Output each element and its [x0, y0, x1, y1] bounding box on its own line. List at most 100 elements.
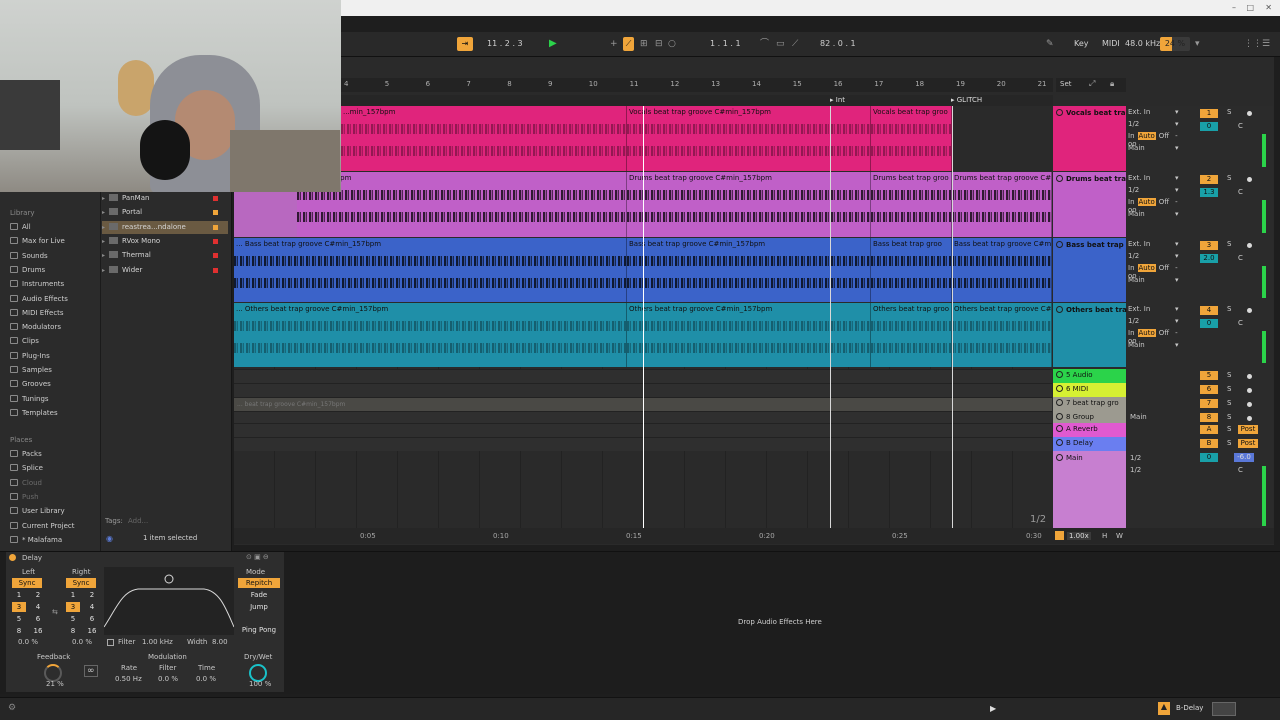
zoom-toggle-icon[interactable] [1055, 531, 1064, 540]
audio-clip[interactable]: ... Bass beat trap groove C#min_157bpm [234, 238, 627, 302]
main-db[interactable]: -6.0 [1234, 453, 1254, 462]
expand-arrow-icon[interactable]: ▸ [102, 224, 105, 231]
track-name[interactable]: 8 Group [1066, 413, 1094, 421]
automation-arm-icon[interactable]: ⟋ [623, 37, 634, 51]
main-out-channel[interactable]: 1/2 [1130, 466, 1188, 474]
expand-arrow-icon[interactable]: ▸ [102, 252, 105, 259]
track-name[interactable]: A Reverb [1066, 425, 1098, 433]
width-value[interactable]: 8.00 [212, 638, 228, 646]
solo-button[interactable]: S [1227, 371, 1231, 379]
dropdown-icon[interactable]: ▾ [1175, 120, 1179, 128]
track-activator-icon[interactable] [1056, 454, 1063, 461]
track-activator-icon[interactable] [1056, 371, 1063, 378]
library-item[interactable]: Modulators [10, 321, 61, 334]
metronome-icon[interactable]: ○ [668, 38, 676, 50]
delay-step-button[interactable]: 8 [66, 626, 80, 636]
places-item[interactable]: Packs [10, 448, 42, 461]
view-toggle-icon[interactable]: ⋮⋮ [1244, 38, 1262, 50]
track-header[interactable]: 7 beat trap gro [1053, 397, 1126, 411]
track-header[interactable]: Others beat tra [1053, 303, 1127, 367]
dropdown-icon[interactable]: ▾ [1175, 317, 1179, 325]
track-activator-icon[interactable] [1056, 241, 1063, 248]
height-button[interactable]: H [1102, 532, 1107, 540]
midi-button[interactable]: MIDI [1102, 39, 1120, 48]
output-select[interactable]: Main ▾ [1128, 341, 1186, 353]
volume-value[interactable]: 2.0 [1200, 254, 1218, 263]
left-offset[interactable]: 0.0 % [18, 638, 38, 646]
dropdown-icon[interactable]: ▾ [1175, 210, 1179, 218]
monitor-in[interactable]: In [1128, 198, 1135, 206]
track-name[interactable]: Drums beat tra [1066, 175, 1126, 183]
solo-button[interactable]: S [1227, 240, 1231, 248]
expand-arrow-icon[interactable]: ▸ [102, 238, 105, 245]
track-number[interactable]: 4 [1200, 306, 1218, 315]
solo-button[interactable]: S [1227, 399, 1231, 407]
delay-step-button[interactable]: 1 [66, 590, 80, 600]
library-item[interactable]: Templates [10, 407, 58, 420]
library-item[interactable]: Audio Effects [10, 293, 68, 306]
library-item[interactable]: Grooves [10, 378, 51, 391]
plugin-item[interactable]: ▸ Thermal [102, 249, 228, 262]
main-volume[interactable]: 0 [1200, 453, 1218, 462]
places-item[interactable]: User Library [10, 505, 65, 518]
delay-step-button[interactable]: 5 [66, 614, 80, 624]
group-output[interactable]: Main [1130, 413, 1188, 421]
monitor-in[interactable]: In [1128, 264, 1135, 272]
repitch-button[interactable]: Repitch [238, 578, 280, 588]
input-channel-select[interactable]: 1/2 ▾ [1128, 252, 1186, 264]
filter-toggle[interactable] [107, 639, 114, 646]
solo-button[interactable]: S [1227, 385, 1231, 393]
solo-button[interactable]: S [1227, 413, 1231, 421]
mod-filter-value[interactable]: 0.0 % [158, 675, 178, 683]
monitor-in[interactable]: In [1128, 329, 1135, 337]
pan-value[interactable]: C [1238, 188, 1243, 196]
monitor-auto[interactable]: Auto [1137, 264, 1156, 272]
places-item[interactable]: * Malafama [10, 534, 62, 547]
monitor-off[interactable]: Off [1159, 198, 1169, 206]
library-item[interactable]: Max for Live [10, 235, 65, 248]
session-record-icon[interactable]: ⊟ [655, 38, 663, 50]
fade-button[interactable]: Fade [238, 590, 280, 600]
link-icon[interactable]: ⇆ [52, 608, 58, 616]
library-item[interactable]: All [10, 221, 31, 234]
menu-icon[interactable]: ☰ [1262, 38, 1270, 50]
track-activator-icon[interactable] [1056, 175, 1063, 182]
input-type-select[interactable]: Ext. In ▾ [1128, 240, 1186, 252]
audio-clip[interactable]: Bass beat trap groove C#min_157bpm [627, 238, 871, 302]
track-name[interactable]: Vocals beat tra [1066, 109, 1126, 117]
settings-icon[interactable]: ⚙ [8, 703, 16, 713]
dropdown-icon[interactable]: ▾ [1175, 341, 1179, 349]
audio-clip[interactable]: Bass beat trap groove C#m [952, 238, 1052, 302]
places-item[interactable]: Push [10, 491, 39, 504]
expand-arrow-icon[interactable]: ▸ [102, 195, 105, 202]
places-item[interactable]: Cloud [10, 477, 42, 490]
right-sync-button[interactable]: Sync [66, 578, 96, 588]
left-sync-button[interactable]: Sync [12, 578, 42, 588]
main-pan[interactable]: C [1238, 466, 1243, 474]
library-item[interactable]: Tunings [10, 393, 49, 406]
plugin-item[interactable]: ▸ Wider [102, 264, 228, 277]
locator-int[interactable]: ▸ Int [830, 96, 845, 104]
track-header[interactable]: Vocals beat tra [1053, 106, 1126, 171]
track-activator-icon[interactable] [1056, 413, 1063, 420]
arm-button[interactable] [1247, 243, 1252, 248]
audio-clip[interactable]: Others beat trap groove C#min_157bpm [627, 303, 871, 367]
track-number[interactable]: 8 [1200, 413, 1218, 422]
monitor-auto[interactable]: Auto [1137, 132, 1156, 140]
overdub-icon[interactable]: + [610, 38, 618, 50]
solo-button[interactable]: S [1227, 108, 1231, 116]
loop-length[interactable]: 82 . 0 . 1 [820, 39, 856, 48]
track-activator-icon[interactable] [1056, 425, 1063, 432]
arm-button[interactable] [1247, 416, 1252, 421]
monitor-off[interactable]: Off [1159, 264, 1169, 272]
solo-button[interactable]: S [1227, 439, 1231, 447]
track-number[interactable]: 5 [1200, 371, 1218, 380]
delay-step-button[interactable]: 6 [85, 614, 99, 624]
arm-button[interactable] [1247, 374, 1252, 379]
jump-button[interactable]: Jump [238, 602, 280, 612]
audio-clip[interactable]: Others beat trap groove C# [952, 303, 1052, 367]
dropdown-icon[interactable]: ▾ [1175, 305, 1179, 313]
places-item[interactable]: Current Project [10, 520, 74, 533]
device-power-icon[interactable] [9, 554, 16, 561]
dropdown-icon[interactable]: ▾ [1175, 276, 1179, 284]
